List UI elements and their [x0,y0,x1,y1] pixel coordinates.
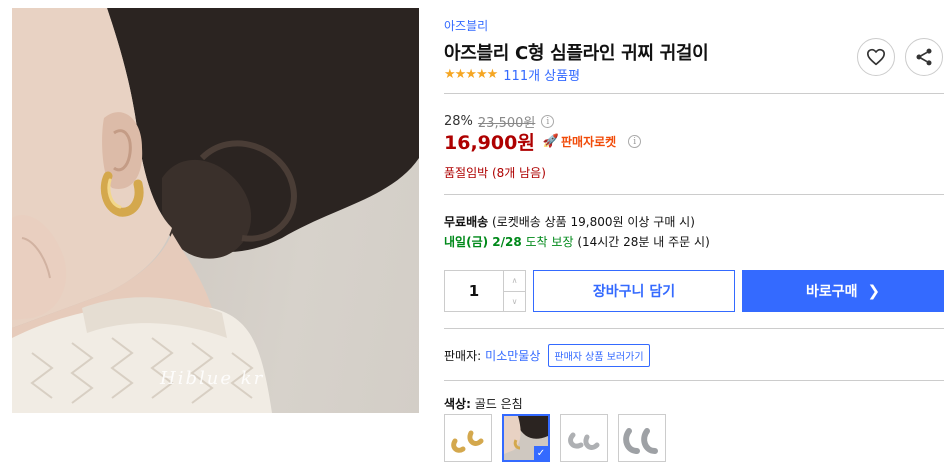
buy-now-label: 바로구매 [805,284,858,300]
rating-row: ★★★★★ 111개 상품평 [444,65,580,84]
review-count-link[interactable]: 111개 상품평 [503,65,580,84]
seller-products-button[interactable]: 판매자 상품 보러가기 [548,344,650,367]
quantity-down-icon[interactable]: ∨ [504,290,525,312]
price-row: 16,900원 🚀 판매자로켓 i [444,128,642,155]
arrival-guarantee: 도착 보장 [521,235,574,249]
gold-earring-thumbnail [451,430,484,453]
free-shipping-detail: (로켓배송 상품 19,800원 이상 구매 시) [488,215,695,229]
star-rating: ★★★★★ [444,67,498,82]
selected-check-icon: ✓ [534,446,548,460]
arrival-day: 내일(금) 2/28 [444,235,522,249]
stock-notice: 품절임박 (8개 남음) [444,166,546,180]
product-photo-illustration [12,8,419,413]
swatch-gold-silver-pin[interactable]: ✓ [502,414,550,462]
sale-price: 16,900원 [444,132,535,154]
color-swatches: ✓ [444,414,676,462]
seller-label: 판매자: [444,349,482,363]
divider [444,380,944,381]
seller-row: 판매자: 미소만물상 판매자 상품 보러가기 [444,344,650,367]
wishlist-button[interactable] [857,38,895,76]
rocket-badge: 🚀 판매자로켓 [543,133,616,150]
arrival-detail: (14시간 28분 내 주문 시) [573,235,710,249]
add-to-cart-button[interactable]: 장바구니 담기 [533,270,735,312]
seller-name-link[interactable]: 미소만물상 [485,347,540,364]
share-icon [916,48,932,66]
chevron-right-icon: ❯ [867,282,881,300]
quantity-up-icon[interactable]: ∧ [504,271,525,291]
quantity-input[interactable] [445,271,503,311]
color-option-label: 색상: [444,397,471,411]
discount-rate: 28% [444,114,473,129]
brand-link[interactable]: 아즈블리 [444,17,488,34]
product-image: Hiblue kr [12,8,419,413]
swatch-silver[interactable] [560,414,608,462]
free-shipping-info: 무료배송 (로켓배송 상품 19,800원 이상 구매 시) [444,213,695,230]
divider [444,93,944,94]
silver-earring-thumbnail [568,432,600,450]
swatch-silver-large[interactable] [618,414,666,462]
heart-icon [866,48,885,66]
color-option-row: 색상: 골드 은침 [444,395,523,412]
rocket-icon: 🚀 [542,134,559,149]
info-icon[interactable]: i [541,115,555,128]
image-watermark: Hiblue kr [160,368,265,389]
silver-large-earring-thumbnail [623,428,658,454]
divider [444,328,944,329]
free-shipping-label: 무료배송 [444,215,489,229]
info-icon[interactable]: i [628,135,642,148]
color-option-selected: 골드 은침 [474,397,523,411]
buy-now-button[interactable]: 바로구매 ❯ [742,270,944,312]
divider [444,194,944,195]
rocket-badge-label: 판매자로켓 [561,135,617,149]
share-button[interactable] [905,38,943,76]
quantity-stepper: ∧ ∨ [444,270,526,312]
product-title: 아즈블리 C형 심플라인 귀찌 귀걸이 [444,43,709,64]
swatch-gold[interactable] [444,414,492,462]
arrival-info: 내일(금) 2/28 도착 보장 (14시간 28분 내 주문 시) [444,233,710,250]
quantity-steps: ∧ ∨ [503,271,525,311]
